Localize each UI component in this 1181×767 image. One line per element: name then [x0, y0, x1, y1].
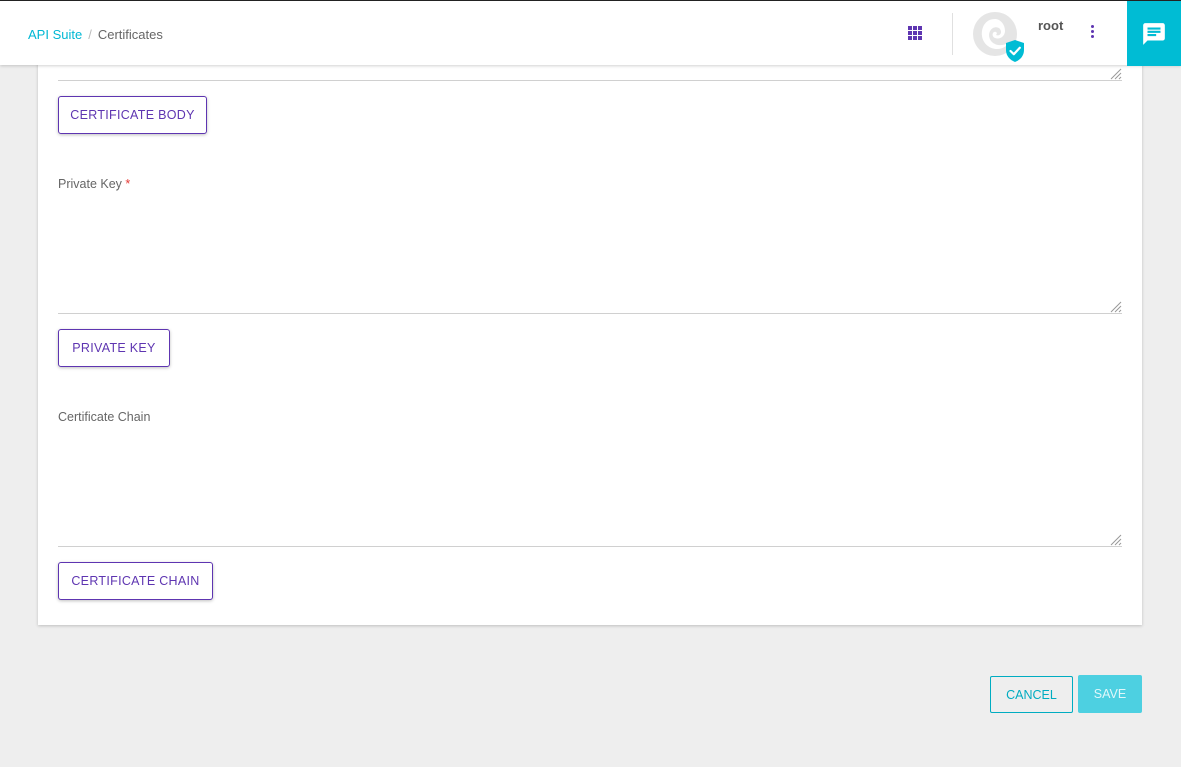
- breadcrumb-link-api-suite[interactable]: API Suite: [28, 27, 82, 42]
- breadcrumb-current: Certificates: [97, 27, 163, 42]
- certificate-body-upload-button[interactable]: CERTIFICATE BODY: [58, 96, 207, 134]
- certificate-chain-upload-button[interactable]: CERTIFICATE CHAIN: [58, 562, 213, 600]
- verified-shield-icon: [1006, 40, 1024, 62]
- resize-grip-icon[interactable]: [1108, 299, 1122, 313]
- breadcrumb-separator: /: [88, 27, 92, 42]
- chat-icon: [1143, 22, 1165, 45]
- cancel-button[interactable]: CANCEL: [990, 676, 1073, 713]
- resize-grip-icon[interactable]: [1108, 532, 1122, 546]
- breadcrumb: API Suite / Certificates: [28, 27, 163, 42]
- top-app-bar: API Suite / Certificates root: [0, 0, 1181, 66]
- certificate-chain-textarea-underline: [58, 546, 1122, 547]
- private-key-textarea-underline: [58, 313, 1122, 314]
- private-key-label: Private Key *: [58, 177, 130, 191]
- certificate-body-textarea-underline: [58, 80, 1122, 81]
- certificate-form-card: CERTIFICATE BODY Private Key * PRIVATE K…: [38, 40, 1142, 625]
- private-key-upload-button[interactable]: PRIVATE KEY: [58, 329, 170, 367]
- resize-grip-icon[interactable]: [1108, 66, 1122, 80]
- certificate-chain-textarea[interactable]: [58, 433, 1122, 545]
- header-divider: [952, 13, 953, 55]
- required-mark: *: [125, 177, 131, 191]
- more-vert-icon[interactable]: [1089, 25, 1095, 41]
- avatar[interactable]: [972, 11, 1024, 62]
- save-button[interactable]: SAVE: [1078, 675, 1142, 713]
- apps-grid-icon[interactable]: [908, 26, 922, 40]
- user-name[interactable]: root: [1038, 18, 1063, 33]
- chat-button[interactable]: [1127, 1, 1181, 66]
- private-key-label-text: Private Key: [58, 177, 122, 191]
- private-key-textarea[interactable]: [58, 200, 1122, 312]
- certificate-chain-label: Certificate Chain: [58, 410, 151, 424]
